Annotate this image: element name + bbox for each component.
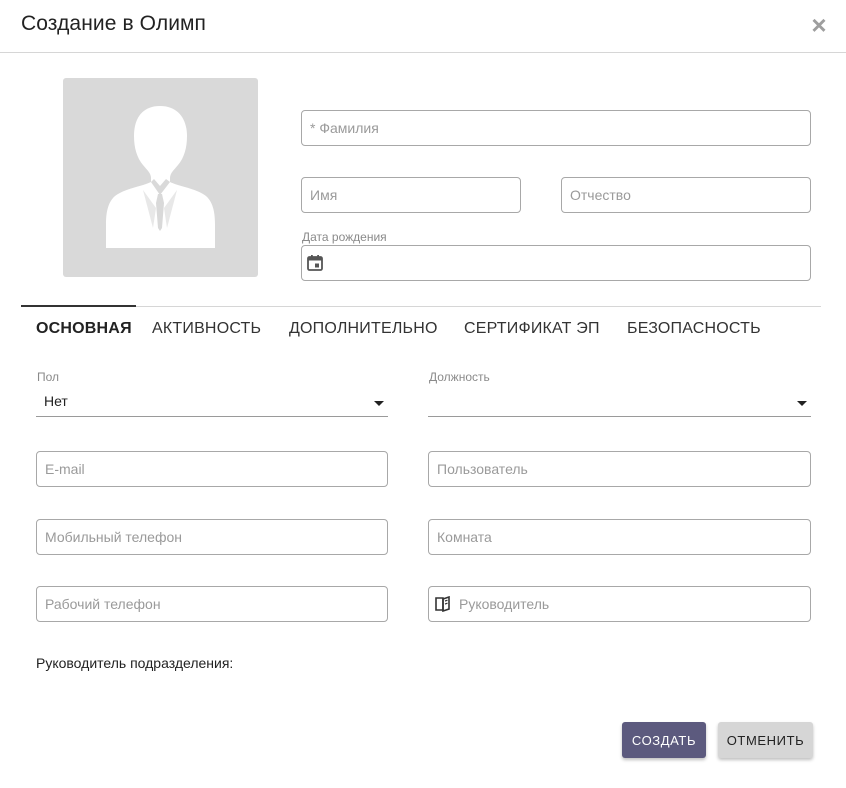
address-book-icon[interactable]: [435, 596, 453, 612]
create-button[interactable]: СОЗДАТЬ: [622, 722, 706, 758]
tab-main[interactable]: ОСНОВНАЯ: [36, 320, 132, 338]
surname-input[interactable]: [302, 111, 810, 145]
room-input[interactable]: [429, 520, 810, 554]
cancel-button[interactable]: ОТМЕНИТЬ: [718, 722, 813, 758]
position-label: Должность: [429, 370, 490, 384]
work-phone-field[interactable]: [36, 586, 388, 622]
birth-date-input[interactable]: [302, 246, 810, 280]
dept-head-label: Руководитель подразделения:: [36, 655, 234, 671]
dialog-title: Создание в Олимп: [21, 12, 207, 35]
patronymic-field[interactable]: [561, 177, 811, 213]
tab-additional[interactable]: ДОПОЛНИТЕЛЬНО: [289, 320, 438, 338]
avatar-placeholder[interactable]: [63, 78, 258, 277]
chevron-down-icon: [797, 401, 807, 406]
gender-select[interactable]: Нет: [36, 393, 388, 417]
tabs-divider: [21, 306, 821, 307]
chevron-down-icon: [374, 401, 384, 406]
active-tab-indicator: [21, 305, 136, 307]
gender-value: Нет: [44, 393, 68, 409]
work-phone-input[interactable]: [37, 587, 387, 621]
user-input[interactable]: [429, 452, 810, 486]
gender-label: Пол: [37, 370, 60, 384]
name-field[interactable]: [301, 177, 521, 213]
mobile-phone-input[interactable]: [37, 520, 387, 554]
surname-field[interactable]: [301, 110, 811, 146]
manager-input[interactable]: [429, 587, 810, 621]
user-field[interactable]: [428, 451, 811, 487]
patronymic-input[interactable]: [562, 178, 810, 212]
tab-certificate[interactable]: СЕРТИФИКАТ ЭП: [464, 320, 600, 338]
email-field[interactable]: [36, 451, 388, 487]
close-icon[interactable]: ×: [807, 12, 831, 38]
birth-date-field[interactable]: [301, 245, 811, 281]
name-input[interactable]: [302, 178, 520, 212]
email-input[interactable]: [37, 452, 387, 486]
user-silhouette-icon: [106, 106, 215, 248]
dialog-header: Создание в Олимп ×: [0, 0, 846, 53]
mobile-phone-field[interactable]: [36, 519, 388, 555]
manager-field[interactable]: [428, 586, 811, 622]
position-select[interactable]: [428, 393, 811, 417]
calendar-icon[interactable]: [306, 254, 324, 272]
tab-security[interactable]: БЕЗОПАСНОСТЬ: [627, 320, 761, 338]
room-field[interactable]: [428, 519, 811, 555]
birth-date-label: Дата рождения: [302, 230, 387, 244]
tab-activity[interactable]: АКТИВНОСТЬ: [152, 320, 261, 338]
